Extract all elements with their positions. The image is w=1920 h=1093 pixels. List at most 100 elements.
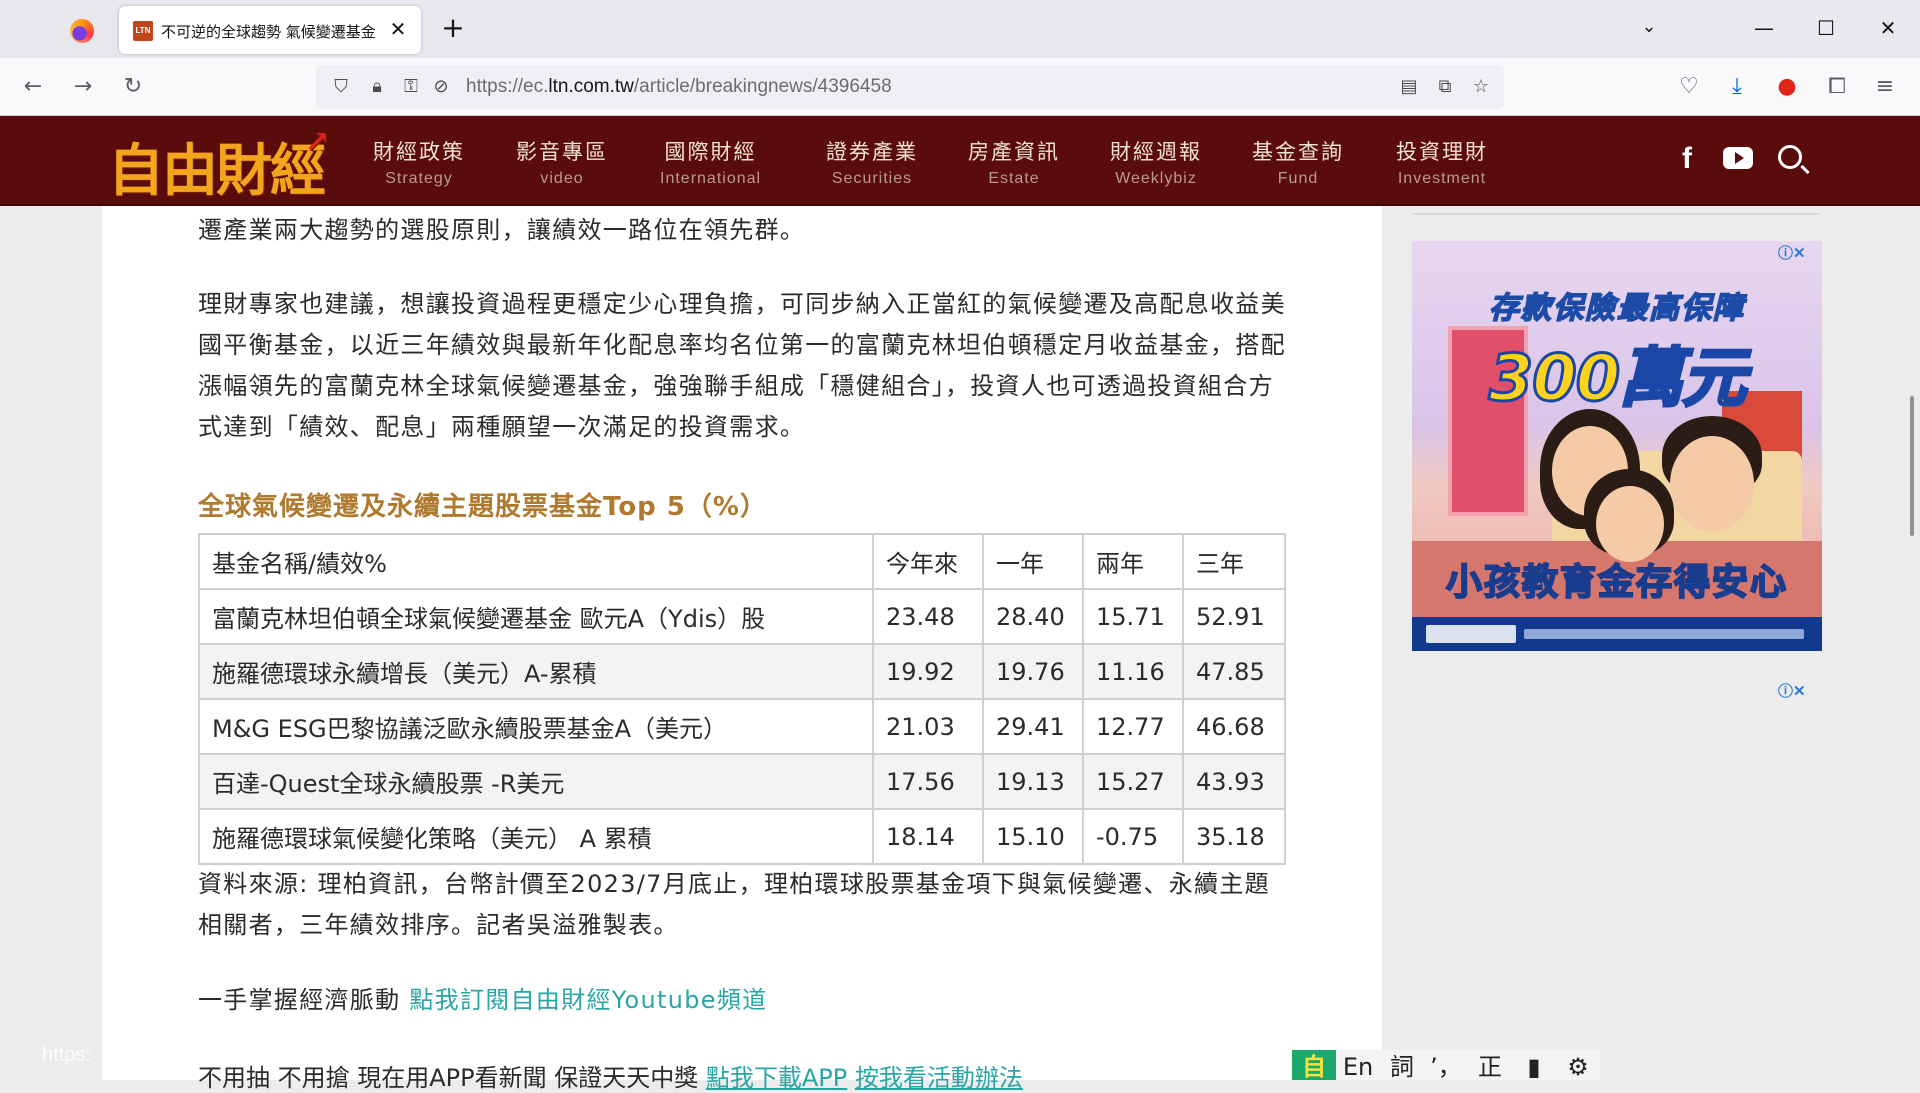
table-row: 富蘭克林坦伯頓全球氣候變遷基金 歐元A（Ydis）股 23.48 28.40 1…: [198, 588, 1286, 645]
article-container: 遷產業兩大趨勢的選股原則，讓績效一路位在領先群。 理財專家也建議，想讓投資過程更…: [102, 206, 1382, 1092]
table-cell: 19.92: [872, 643, 984, 700]
site-header: 自由財經 ↗ 財經政策 Strategy 影音專區 video 國際財經 Interna…: [0, 116, 1920, 206]
table-cell: -0.75: [1082, 808, 1184, 865]
url-bar[interactable]: ⛉ 🔒︎ ⚿ ⊘ https://ec.ltn.com.tw/article/b…: [316, 65, 1504, 109]
fund-performance-table: 基金名稱/績效% 今年來 一年 兩年 三年 富蘭克林坦伯頓全球氣候變遷基金 歐元…: [198, 533, 1286, 865]
chevron-down-icon[interactable]: ⌄: [1636, 16, 1662, 42]
table-cell: 19.13: [982, 753, 1084, 810]
ad-illustration: [1670, 436, 1754, 532]
puzzle-icon[interactable]: ⧠: [1822, 72, 1852, 102]
table-cell: 29.41: [982, 698, 1084, 755]
scrollbar-thumb[interactable]: [1910, 396, 1914, 536]
table-cell: 47.85: [1182, 643, 1286, 700]
ad-choices-icon[interactable]: ⓘ✕: [1778, 242, 1814, 262]
table-cell: 35.18: [1182, 808, 1286, 865]
lock-icon[interactable]: 🔒︎: [362, 72, 392, 102]
divider: [1412, 213, 1820, 215]
table-cell: 17.56: [872, 753, 984, 810]
maximize-icon[interactable]: ☐: [1806, 10, 1846, 46]
menu-item-estate[interactable]: 房產資訊 Estate: [968, 136, 1060, 188]
navigation-toolbar: ← → ↻ ⛉ 🔒︎ ⚿ ⊘ https://ec.ltn.com.tw/art…: [0, 58, 1920, 116]
table-cell: M&G ESG巴黎協議泛歐永續股票基金A（美元）: [198, 698, 874, 755]
table-source-note: 資料來源: 理柏資訊，台幣計價至2023/7月底止，理柏環球股票基金項下與氣候變…: [198, 870, 1270, 939]
menu-item-investment[interactable]: 投資理財 Investment: [1396, 136, 1488, 188]
plus-icon[interactable]: +: [438, 14, 468, 44]
ime-punctuation-icon[interactable]: ’，: [1424, 1050, 1468, 1081]
site-logo[interactable]: 自由財經 ↗: [108, 124, 330, 207]
table-cell: 28.40: [982, 588, 1084, 645]
table-cell: 21.03: [872, 698, 984, 755]
menu-item-strategy[interactable]: 財經政策 Strategy: [373, 136, 465, 188]
menu-item-weeklybiz[interactable]: 財經週報 Weeklybiz: [1110, 136, 1202, 188]
table-cell: 15.27: [1082, 753, 1184, 810]
menu-icon[interactable]: ≡: [1870, 72, 1900, 102]
table-cell: 23.48: [872, 588, 984, 645]
app-promo-line: 不用抽 不用搶 現在用APP看新聞 保證天天中獎 點我下載APP 按我看活動辦法: [198, 1064, 1023, 1092]
event-rules-link[interactable]: 按我看活動辦法: [855, 1064, 1023, 1092]
table-cell: 施羅德環球氣候變化策略（美元） A 累積: [198, 808, 874, 865]
search-icon[interactable]: [1778, 145, 1802, 169]
minimize-icon[interactable]: —: [1744, 10, 1784, 46]
shield-icon[interactable]: ⛉: [326, 72, 356, 102]
star-icon[interactable]: ☆: [1466, 72, 1496, 102]
ime-traditional-icon[interactable]: 正: [1468, 1050, 1512, 1081]
menu-item-video[interactable]: 影音專區 video: [516, 136, 608, 188]
download-icon[interactable]: ⤓: [1722, 72, 1752, 102]
download-app-link[interactable]: 點我下載APP: [706, 1064, 847, 1092]
menu-item-securities[interactable]: 證券產業 Securities: [826, 136, 918, 188]
arrow-up-icon: ↗: [304, 124, 330, 159]
table-cell: 15.10: [982, 808, 1084, 865]
reader-view-icon[interactable]: ▤: [1394, 72, 1424, 102]
paragraph: 理財專家也建議，想讓投資過程更穩定少心理負擔，可同步納入正當紅的氣候變遷及高配息…: [198, 290, 1286, 441]
facebook-icon[interactable]: f: [1669, 141, 1705, 177]
ad-headline: 存款保險最高保障: [1488, 290, 1745, 327]
table-row: M&G ESG巴黎協議泛歐永續股票基金A（美元） 21.03 29.41 12.…: [198, 698, 1286, 755]
paragraph: 遷產業兩大趨勢的選股原則，讓績效一路位在領先群。: [198, 216, 806, 244]
ad-fine-print: [1524, 629, 1804, 639]
extension-icon[interactable]: ●: [1772, 72, 1802, 102]
close-icon[interactable]: ✕: [385, 16, 411, 42]
active-tab[interactable]: LTN 不可逆的全球趨勢 氣候變遷基金 ✕: [119, 6, 421, 54]
table-header-row: 基金名稱/績效% 今年來 一年 兩年 三年: [198, 533, 1286, 590]
table-row: 施羅德環球永續增長（美元）A-累積 19.92 19.76 11.16 47.8…: [198, 643, 1286, 700]
youtube-icon[interactable]: [1723, 147, 1753, 169]
ad-illustration: [1596, 486, 1664, 562]
table-header: 基金名稱/績效%: [198, 533, 874, 590]
ime-toolbar: 自 En 詞’，正 ▮ ⚙: [1292, 1050, 1600, 1081]
page-body: 遷產業兩大趨勢的選股原則，讓績效一路位在領先群。 理財專家也建議，想讓投資過程更…: [0, 206, 1920, 1092]
table-header: 一年: [982, 533, 1084, 590]
table-cell: 19.76: [982, 643, 1084, 700]
table-cell: 11.16: [1082, 643, 1184, 700]
youtube-subscribe-link[interactable]: 點我訂閱自由財經Youtube頻道: [409, 986, 767, 1014]
tab-title: 不可逆的全球趨勢 氣候變遷基金: [161, 23, 376, 41]
pocket-icon[interactable]: ♡: [1674, 72, 1704, 102]
ime-settings-icon[interactable]: ⚙: [1556, 1050, 1600, 1081]
deposit-insurance-ad[interactable]: 存款保險最高保障 300萬元 小孩教育金存得安心: [1412, 241, 1822, 651]
menu-item-international[interactable]: 國際財經 International: [660, 136, 761, 188]
table-cell: 12.77: [1082, 698, 1184, 755]
tracking-off-icon[interactable]: ⊘: [426, 72, 456, 102]
menu-item-fund[interactable]: 基金查詢 Fund: [1252, 136, 1344, 188]
ime-width-icon[interactable]: ▮: [1512, 1050, 1556, 1081]
ad-choices-icon[interactable]: ⓘ✕: [1778, 680, 1814, 700]
table-cell: 52.91: [1182, 588, 1286, 645]
table-cell: 富蘭克林坦伯頓全球氣候變遷基金 歐元A（Ydis）股: [198, 588, 874, 645]
forward-icon[interactable]: →: [68, 72, 98, 102]
table-header: 三年: [1182, 533, 1286, 590]
ad-tagline: 小孩教育金存得安心: [1445, 561, 1788, 604]
table-cell: 施羅德環球永續增長（美元）A-累積: [198, 643, 874, 700]
ime-english-icon[interactable]: En: [1336, 1050, 1380, 1081]
reload-icon[interactable]: ↻: [118, 72, 148, 102]
window-close-icon[interactable]: ✕: [1868, 10, 1908, 46]
picture-in-picture-icon[interactable]: ⧉: [1430, 72, 1460, 102]
url-text[interactable]: https://ec.ltn.com.tw/article/breakingne…: [466, 76, 892, 98]
tab-bar: LTN 不可逆的全球趨勢 氣候變遷基金 ✕ + ⌄ — ☐ ✕: [0, 0, 1920, 58]
ime-chinese-mode-icon[interactable]: 自: [1292, 1050, 1336, 1081]
permissions-icon[interactable]: ⚿: [396, 72, 426, 102]
table-cell: 百達-Quest全球永續股票 -R美元: [198, 753, 874, 810]
table-header: 今年來: [872, 533, 984, 590]
status-url-hint: https:: [42, 1044, 91, 1066]
firefox-icon[interactable]: [70, 19, 94, 43]
back-icon[interactable]: ←: [18, 72, 48, 102]
ime-phrase-icon[interactable]: 詞: [1380, 1050, 1424, 1081]
